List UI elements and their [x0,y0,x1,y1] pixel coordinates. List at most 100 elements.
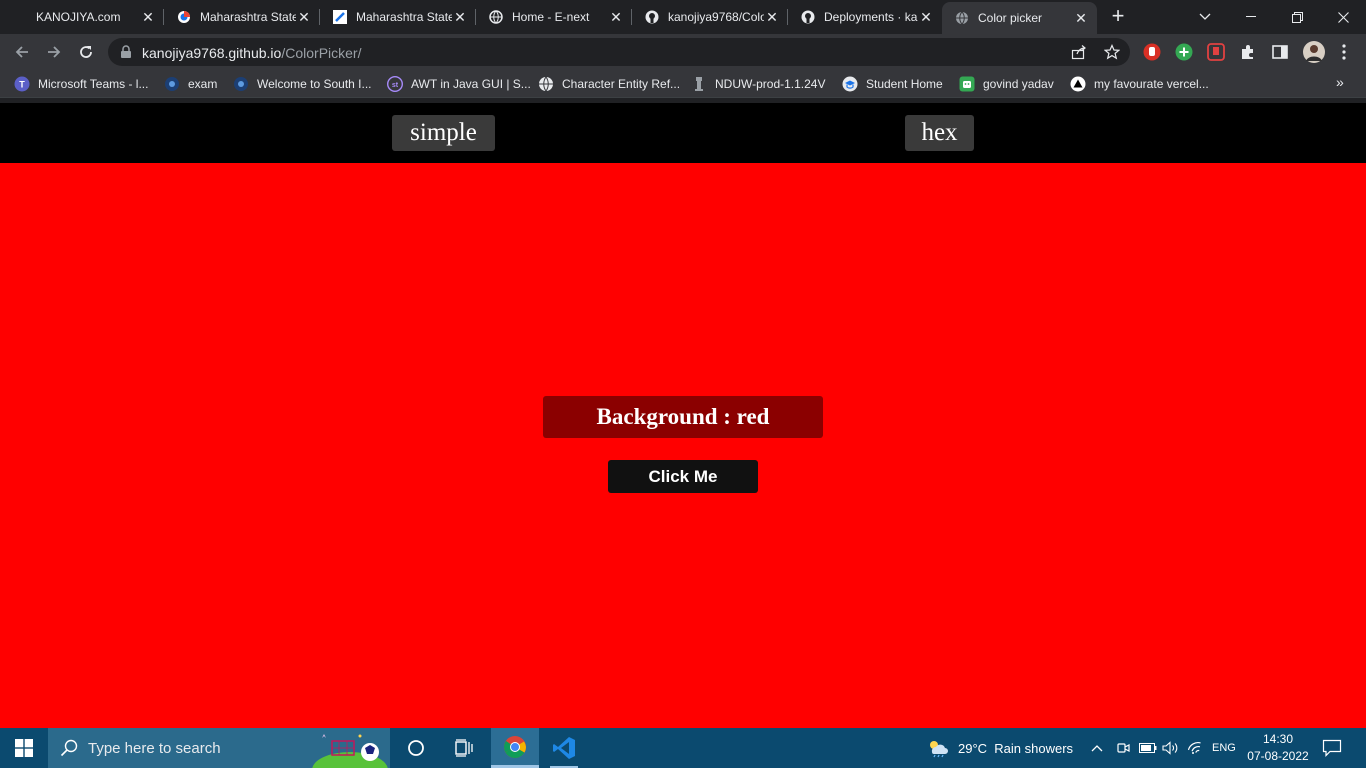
close-window-button[interactable] [1320,0,1366,34]
tab-github-repo[interactable]: kanojiya9768/ColorPicker ✕ [632,0,788,34]
hex-link[interactable]: hex [905,115,974,151]
vscode-taskbar-button[interactable] [540,728,588,768]
puzzle-extensions-icon[interactable] [1238,42,1258,62]
bookmark-nduw[interactable]: NDUW-prod-1.1.24V [691,75,825,93]
vscode-icon [553,737,575,759]
taskbar-search-box[interactable]: Type here to search [48,728,390,768]
chevron-up-icon [1091,745,1103,752]
star-icon[interactable] [1103,44,1121,60]
tab-deployments[interactable]: Deployments · kanojiya9768 ✕ [788,0,942,34]
back-button[interactable] [8,38,36,66]
arrow-right-icon [48,46,61,58]
tab-title: kanojiya9768/ColorPicker [668,10,764,24]
start-button[interactable] [0,728,48,768]
wifi-icon[interactable] [1188,728,1204,768]
restore-button[interactable] [1274,0,1320,34]
close-icon[interactable]: ✕ [608,9,624,25]
blank-favicon-icon [12,9,28,25]
notification-button[interactable] [1322,728,1342,768]
globe-favicon-icon [488,9,504,25]
lock-icon[interactable] [120,45,132,64]
close-icon[interactable]: ✕ [1073,10,1089,26]
reload-button[interactable] [72,38,100,66]
bookmark-label: exam [188,77,218,91]
windows-logo-icon [15,739,33,757]
bookmark-welcome-south[interactable]: Welcome to South I... [233,75,372,93]
tab-title: KANOJIYA.com [36,10,121,24]
url-path: /ColorPicker/ [281,45,362,61]
simple-link[interactable]: simple [392,115,495,151]
red-square-extension-icon[interactable] [1206,42,1226,62]
share-icon[interactable] [1071,44,1087,60]
bookmark-label: Microsoft Teams - l... [38,77,149,91]
browser-toolbar: kanojiya9768.github.io/ColorPicker/ [0,34,1366,70]
github-favicon-icon [644,9,660,25]
bookmark-label: govind yadav [983,77,1054,91]
bookmark-label: AWT in Java GUI | S... [411,77,531,91]
tab-search-button[interactable] [1182,0,1228,34]
weather-text: 29°C Rain showers [958,740,1074,756]
tab-title: Color picker [978,11,1043,25]
tab-home-enext[interactable]: Home - E-next ✕ [476,0,632,34]
close-icon[interactable]: ✕ [296,9,312,25]
profile-avatar[interactable] [1302,40,1326,64]
more-menu-icon[interactable] [1334,42,1354,62]
arrow-left-icon [15,46,28,58]
language-indicator[interactable]: ENG [1212,728,1236,768]
volume-icon[interactable] [1162,728,1180,768]
search-icon [60,739,78,762]
click-me-button[interactable]: Click Me [608,460,758,493]
rain-cloud-icon [930,741,948,758]
svg-text:st: st [392,82,399,89]
url-host: kanojiya9768.github.io [142,45,282,61]
side-panel-icon[interactable] [1270,42,1290,62]
hand-stop-extension-icon[interactable] [1142,42,1162,62]
android-icon [959,76,975,92]
close-icon[interactable]: ✕ [452,9,468,25]
st-icon: st [387,76,403,92]
forward-button[interactable] [40,38,68,66]
bookmark-exam[interactable]: exam [164,75,217,93]
bookmark-character-entity[interactable]: Character Entity Ref... [538,75,680,93]
bookmark-awt-java[interactable]: st AWT in Java GUI | S... [387,75,531,93]
tab-title: Maharashtra State [200,10,296,24]
new-tab-button[interactable]: + [1106,5,1130,29]
minimize-button[interactable] [1228,0,1274,34]
meet-now-icon[interactable] [1116,728,1130,768]
task-view-icon [455,739,473,757]
emblem-icon [691,76,707,92]
tab-color-picker[interactable]: Color picker ✕ [942,2,1097,34]
battery-icon[interactable] [1139,728,1157,768]
bookmark-govind-yadav[interactable]: govind yadav [959,75,1054,93]
bookmarks-overflow-icon[interactable]: » [1336,74,1344,90]
plus-circle-extension-icon[interactable] [1174,42,1194,62]
bookmark-label: Character Entity Ref... [562,77,681,91]
bookmark-label: Welcome to South I... [257,77,372,91]
address-bar[interactable]: kanojiya9768.github.io/ColorPicker/ [108,38,1130,66]
close-icon[interactable]: ✕ [140,9,156,25]
globe-favicon-icon [954,10,970,26]
reload-icon [80,46,92,58]
task-view-button[interactable] [440,728,488,768]
tab-title: Maharashtra State [356,10,452,24]
colorful-favicon-icon [176,9,192,25]
cortana-icon [408,740,424,756]
tab-title: Home - E-next [512,10,590,24]
chrome-taskbar-button[interactable] [491,728,539,768]
tab-maharashtra-2[interactable]: Maharashtra State ✕ [320,0,476,34]
tab-maharashtra-1[interactable]: Maharashtra State ✕ [164,0,320,34]
tab-kanojiya[interactable]: KANOJIYA.com ✕ [0,0,164,34]
clock[interactable]: 14:30 07-08-2022 [1244,731,1312,765]
cortana-button[interactable] [392,728,440,768]
vercel-icon [1070,76,1086,92]
close-icon[interactable]: ✕ [764,9,780,25]
windows-taskbar: Type here to search 29°C Rain showers EN… [0,728,1366,768]
url-text[interactable]: kanojiya9768.github.io/ColorPicker/ [142,45,361,61]
weather-widget[interactable]: 29°C Rain showers [926,728,1073,768]
search-highlight-art-icon [312,734,388,768]
bookmark-microsoft-teams[interactable]: T Microsoft Teams - l... [14,75,148,93]
bookmark-vercel[interactable]: my favourate vercel... [1070,75,1209,93]
close-icon[interactable]: ✕ [918,9,934,25]
bookmark-student-home[interactable]: Student Home [842,75,943,93]
show-hidden-icons-button[interactable] [1091,728,1103,768]
